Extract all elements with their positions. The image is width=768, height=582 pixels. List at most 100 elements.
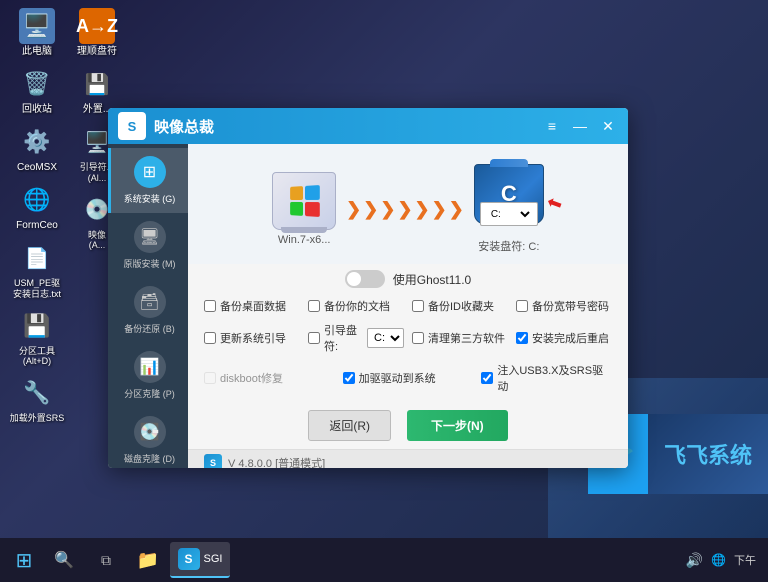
system-install-icon: ⊞	[134, 156, 166, 188]
desktop-icon-formceo[interactable]: 🌐 FormCeo	[8, 182, 66, 232]
sidebar-item-original-install[interactable]: 🖥 原版安装 (M)	[108, 213, 188, 278]
window-controls: ≡ — ✕	[542, 116, 618, 136]
speaker-icon[interactable]: 🔊	[686, 552, 703, 569]
sidebar-item-disk-clone[interactable]: 💽 磁盘克隆 (D)	[108, 408, 188, 468]
desktop-icon-label: 理顺盘符	[77, 46, 117, 58]
back-button[interactable]: 返回(R)	[308, 410, 391, 441]
arrow-5: ❯	[415, 199, 430, 220]
feixi-label: 飞飞系统	[664, 438, 752, 470]
option-backup-desktop[interactable]: 备份桌面数据	[204, 298, 300, 314]
option-label: 安装完成后重启	[532, 330, 609, 346]
desktop-icon-label: FormCeo	[16, 220, 58, 232]
dest-disk-label: 安装盘符: C:	[478, 238, 539, 254]
option-backup-favorites[interactable]: 备份ID收藏夹	[412, 298, 508, 314]
desktop-icon-ceomsx[interactable]: ⚙️ CeoMSX	[8, 124, 66, 174]
arrow-7: ❯	[449, 199, 464, 220]
start-button[interactable]: ⊞	[4, 542, 44, 578]
sidebar-item-backup-restore[interactable]: 🗃 备份还原 (B)	[108, 278, 188, 343]
dest-drive-select[interactable]: C: D: E:	[485, 204, 533, 224]
window-titlebar: S 映像总裁 ≡ — ✕	[108, 108, 628, 144]
checkbox-add-driver[interactable]	[343, 372, 355, 384]
checkbox-clean-third[interactable]	[412, 332, 424, 344]
taskbar-explorer[interactable]: 📁	[128, 542, 168, 578]
option-label: 备份宽带号密码	[532, 298, 609, 314]
option-update-boot[interactable]: 更新系统引导	[204, 322, 300, 354]
desktop-icons-col1: 🖥️ 此电脑 🗑️ 回收站 ⚙️ CeoMSX 🌐 FormCeo 📄	[8, 8, 66, 424]
disk-clone-icon: 💽	[134, 416, 166, 448]
option-bootloader: 引导盘符: C: D:	[308, 322, 404, 354]
checkbox-bootloader[interactable]	[308, 332, 320, 344]
ghost-toggle-label: 使用Ghost11.0	[393, 271, 471, 288]
desktop-icon-label: CeoMSX	[17, 162, 57, 174]
version-text: V 4.8.0.0 [普通模式]	[228, 455, 325, 468]
desktop-icon-label: 加载外置SRS	[10, 413, 65, 424]
explorer-icon: 📁	[137, 550, 159, 571]
desktop-icon-label: USM_PE驱安装日志.txt	[13, 278, 61, 300]
option-backup-wifi[interactable]: 备份宽带号密码	[516, 298, 612, 314]
option-label: 引导盘符:	[324, 322, 361, 354]
checkbox-backup-docs[interactable]	[308, 300, 320, 312]
option-diskboot[interactable]: diskboot修复	[204, 362, 335, 394]
main-content: Win.7-x6... ❯ ❯ ❯ ❯ ❯ ❯ ❯	[188, 144, 628, 468]
sidebar-item-label: 备份还原 (B)	[124, 322, 175, 335]
sidebar-item-label: 系统安装 (G)	[124, 192, 176, 205]
checkbox-restart-after[interactable]	[516, 332, 528, 344]
checkbox-backup-desktop[interactable]	[204, 300, 216, 312]
sidebar-item-partition-clone[interactable]: 📊 分区克隆 (P)	[108, 343, 188, 408]
sidebar-item-label: 磁盘克隆 (D)	[124, 452, 175, 465]
network-icon[interactable]: 🌐	[711, 553, 726, 567]
desktop-icon-recycle[interactable]: 🗑️ 回收站	[8, 66, 66, 116]
options-row1: 备份桌面数据 备份你的文档 备份ID收藏夹 备份宽带号密码	[188, 294, 628, 318]
bootloader-drive-select[interactable]: C: D:	[367, 328, 404, 348]
desktop-icon-computer[interactable]: 🖥️ 此电脑	[8, 8, 66, 58]
option-backup-docs[interactable]: 备份你的文档	[308, 298, 404, 314]
option-add-driver[interactable]: 加驱驱动到系统	[343, 362, 474, 394]
option-label: diskboot修复	[220, 370, 283, 386]
window-title: 映像总裁	[154, 116, 542, 137]
arrow-4: ❯	[397, 199, 412, 220]
sidebar-item-system-install[interactable]: ⊞ 系统安装 (G)	[108, 148, 188, 213]
option-inject-usb3[interactable]: 注入USB3.X及SRS驱动	[481, 362, 612, 394]
option-restart-after[interactable]: 安装完成后重启	[516, 322, 612, 354]
ghost-toggle-switch[interactable]	[345, 270, 385, 288]
desktop-icon-azy[interactable]: A→Z 理顺盘符	[68, 8, 126, 58]
desktop-icon-partition[interactable]: 💾 分区工具(Alt+D)	[8, 308, 66, 368]
taskbar-search[interactable]: 🔍	[44, 542, 84, 578]
window-close-button[interactable]: ✕	[598, 116, 618, 136]
desktop-icon-label: 分区工具(Alt+D)	[19, 346, 55, 368]
taskbar-sgi[interactable]: S SGI	[170, 542, 230, 578]
red-pointer-arrow: ⬅	[544, 191, 565, 216]
dest-disk-container: C ⬅ C: D: E:	[474, 164, 544, 224]
windows-start-icon: ⊞	[16, 548, 33, 573]
taskbar: ⊞ 🔍 ⧉ 📁 S SGI 🔊 🌐 下午	[0, 538, 768, 582]
version-logo: S	[204, 454, 222, 468]
toggle-knob	[347, 272, 361, 286]
desktop-icon-jiazai[interactable]: 🔧 加载外置SRS	[8, 375, 66, 424]
arrow-3: ❯	[380, 199, 395, 220]
option-clean-third[interactable]: 清理第三方软件	[412, 322, 508, 354]
app-window: S 映像总裁 ≡ — ✕ ⊞ 系统安装 (G) 🖥 原版安装 (M)	[108, 108, 628, 468]
checkbox-backup-favorites[interactable]	[412, 300, 424, 312]
ghost-toggle-row: 使用Ghost11.0	[188, 264, 628, 294]
checkbox-backup-wifi[interactable]	[516, 300, 528, 312]
option-label: 注入USB3.X及SRS驱动	[497, 362, 612, 394]
flow-source: Win.7-x6...	[272, 172, 336, 246]
window-menu-button[interactable]: ≡	[542, 116, 562, 136]
checkbox-inject-usb3[interactable]	[481, 372, 493, 384]
window-minimize-button[interactable]: —	[570, 116, 590, 136]
taskbar-icons: 🔍 ⧉ 📁 S SGI	[44, 542, 686, 578]
next-button[interactable]: 下一步(N)	[407, 410, 508, 441]
sidebar-item-label: 原版安装 (M)	[124, 257, 176, 270]
window-body: ⊞ 系统安装 (G) 🖥 原版安装 (M) 🗃 备份还原 (B) 📊 分区克隆 …	[108, 144, 628, 468]
partition-clone-icon: 📊	[134, 351, 166, 383]
checkbox-update-boot[interactable]	[204, 332, 216, 344]
window-logo: S	[118, 112, 146, 140]
taskbar-right: 🔊 🌐 下午	[686, 552, 764, 569]
option-label: 清理第三方软件	[428, 330, 505, 346]
original-install-icon: 🖥	[134, 221, 166, 253]
taskbar-taskview[interactable]: ⧉	[86, 542, 126, 578]
source-disk-label: Win.7-x6...	[278, 234, 331, 246]
sgi-icon: S	[178, 548, 200, 570]
desktop-icon-usm-pe[interactable]: 📄 USM_PE驱安装日志.txt	[8, 240, 66, 300]
options-row3: diskboot修复 加驱驱动到系统 注入USB3.X及SRS驱动	[188, 358, 628, 398]
